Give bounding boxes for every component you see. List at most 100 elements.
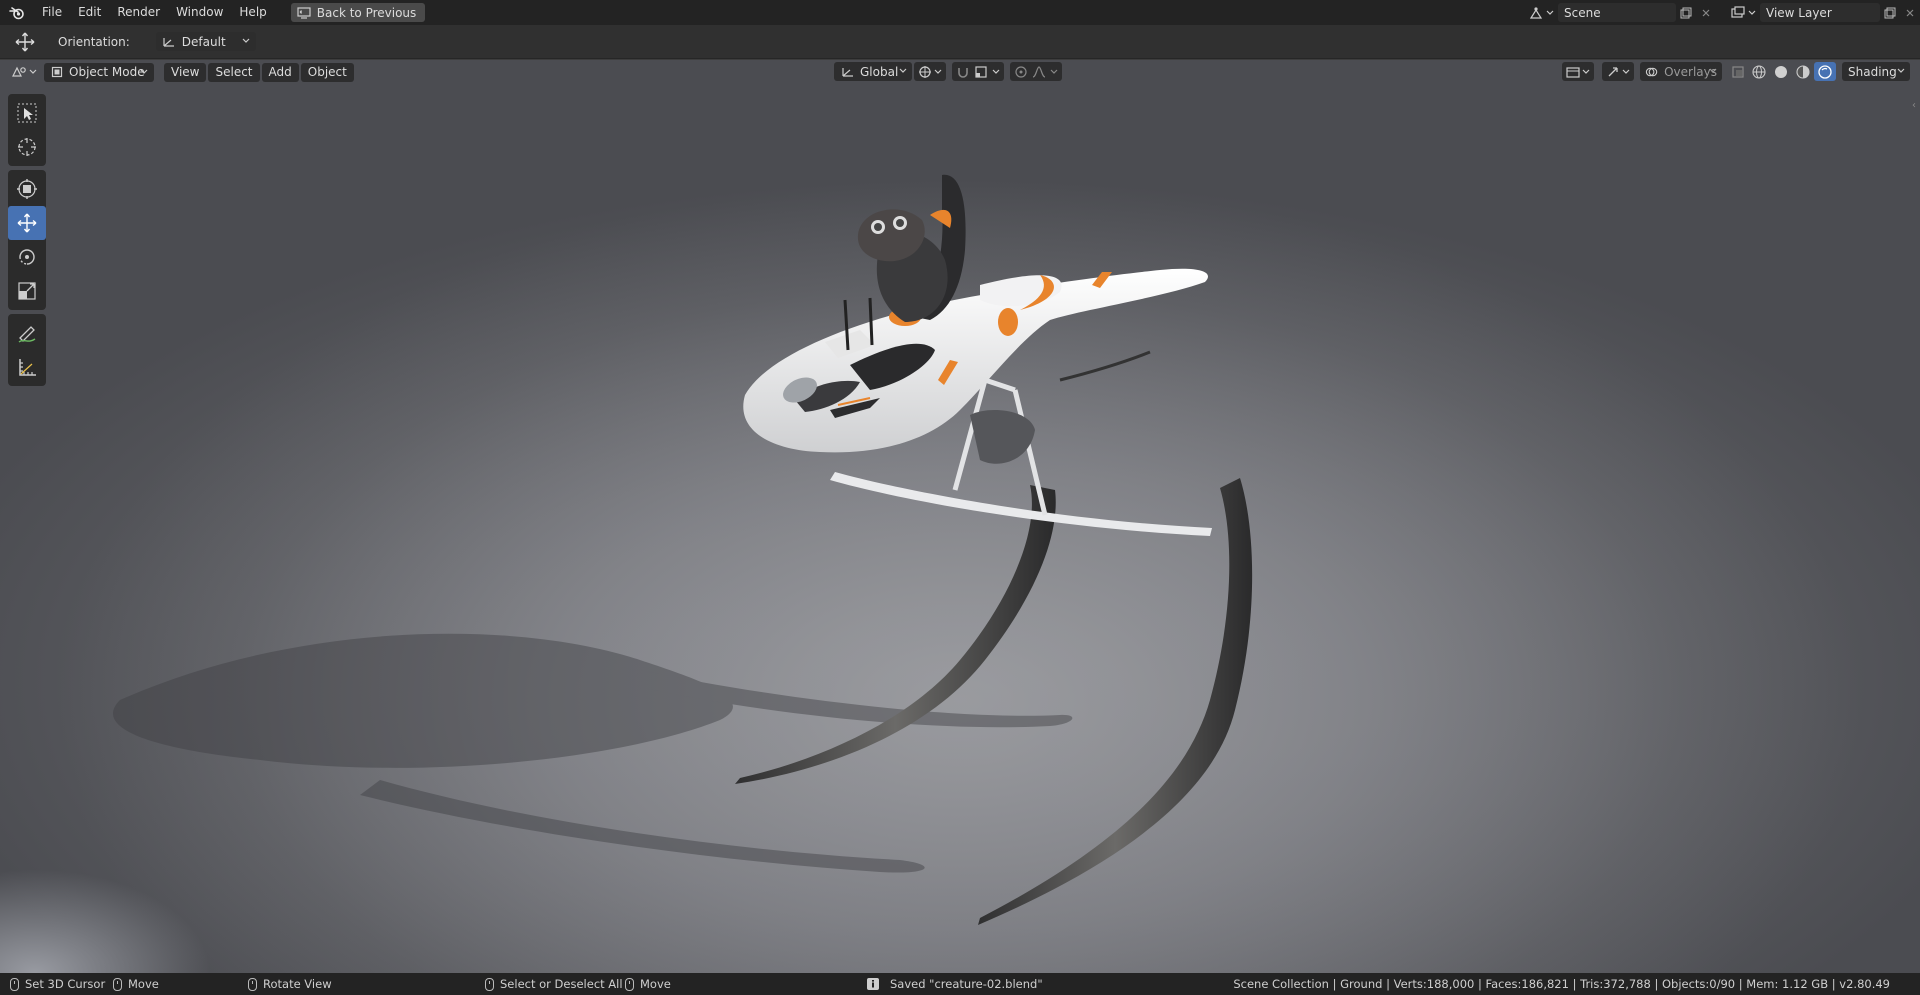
delete-view-layer-button[interactable]: [1900, 3, 1920, 22]
measure-tool[interactable]: [8, 350, 46, 384]
annotate-tool[interactable]: [8, 316, 46, 350]
transform-controls: Global: [834, 62, 1064, 81]
rotate-tool[interactable]: [8, 240, 46, 274]
scene-browse-dropdown[interactable]: [1524, 3, 1558, 22]
select-box-icon: [17, 103, 37, 123]
editor-type-dropdown[interactable]: [8, 63, 40, 82]
status-hint-set-cursor: Set 3D Cursor: [10, 977, 105, 991]
rotate-icon: [19, 249, 35, 265]
shading-lookdev-button[interactable]: [1792, 62, 1814, 81]
select-box-tool[interactable]: [8, 96, 46, 130]
gizmo-dropdown[interactable]: [1602, 62, 1634, 81]
scene-name-text: Scene: [1564, 5, 1601, 20]
menu-window[interactable]: Window: [168, 0, 231, 25]
move-tool[interactable]: [8, 206, 46, 240]
viewport-display-controls: Overlays Shading: [1562, 62, 1912, 81]
menu-edit[interactable]: Edit: [70, 0, 109, 25]
material-preview-icon: [1796, 64, 1810, 79]
delete-scene-button[interactable]: [1696, 3, 1716, 22]
status-hint-select-all: Select or Deselect All: [485, 977, 623, 991]
transform-tool[interactable]: [8, 172, 46, 206]
view-layer-name-text: View Layer: [1766, 5, 1832, 20]
duplicate-icon: [1680, 7, 1692, 18]
shading-solid-button[interactable]: [1770, 62, 1792, 81]
status-hint-label: Select or Deselect All: [500, 977, 623, 991]
menu-file[interactable]: File: [34, 0, 70, 25]
status-hint-move-2: Move: [625, 977, 671, 991]
move-icon: [17, 213, 37, 233]
info-icon: [867, 978, 879, 990]
back-to-previous-button[interactable]: Back to Previous: [290, 3, 426, 22]
status-report: Saved "creature-02.blend": [866, 977, 1043, 991]
snap-target-icon: [975, 65, 987, 78]
toolshelf-group-transform: [8, 170, 46, 310]
chevron-down-icon: [1709, 68, 1717, 73]
chevron-down-icon: [934, 69, 942, 74]
menu-select[interactable]: Select: [208, 62, 260, 82]
scale-tool[interactable]: [8, 274, 46, 308]
chevron-down-icon: [29, 69, 37, 74]
3d-view-icon: [12, 66, 26, 77]
menu-object[interactable]: Object: [300, 62, 354, 82]
status-bar: Set 3D Cursor Move Rotate View Select or…: [0, 973, 1920, 995]
move-tool-icon[interactable]: [0, 25, 50, 59]
orientation-icon: [842, 67, 853, 77]
status-hint-move: Move: [113, 977, 159, 991]
cursor-tool[interactable]: [8, 130, 46, 164]
proportional-edit-dropdown[interactable]: [1010, 62, 1062, 81]
rendered-shading-icon: [1818, 64, 1832, 79]
screen-icon: [297, 6, 311, 19]
chevron-down-icon: [1582, 69, 1590, 74]
menu-view[interactable]: View: [164, 62, 207, 82]
scene-name-field[interactable]: Scene: [1558, 3, 1676, 22]
tool-settings-bar: Orientation: Default: [0, 25, 1920, 59]
back-to-previous-label: Back to Previous: [316, 5, 417, 20]
chevron-down-icon: [1622, 69, 1630, 74]
status-hint-label: Rotate View: [263, 977, 332, 991]
pivot-point-dropdown[interactable]: [914, 62, 946, 81]
xray-toggle[interactable]: [1728, 62, 1748, 81]
proportional-edit-icon: [1015, 65, 1027, 78]
wireframe-icon: [1752, 64, 1766, 79]
saved-message: Saved "creature-02.blend": [890, 977, 1043, 991]
mouse-right-icon: [485, 977, 494, 991]
viewport-header: Object Mode View Select Add Object Globa…: [0, 60, 1920, 84]
chevron-down-icon: [242, 38, 250, 43]
viewport-render[interactable]: [0, 60, 1920, 973]
menu-add[interactable]: Add: [261, 62, 299, 82]
mouse-left-icon: [10, 977, 19, 991]
close-icon: [1702, 9, 1710, 16]
menu-help[interactable]: Help: [231, 0, 274, 25]
mouse-drag-icon: [625, 977, 634, 991]
menu-render[interactable]: Render: [109, 0, 168, 25]
view-object-types-dropdown[interactable]: [1562, 62, 1594, 81]
view-layer-browse-dropdown[interactable]: [1726, 3, 1760, 22]
magnet-icon: [958, 67, 968, 78]
new-view-layer-button[interactable]: [1880, 3, 1900, 22]
transform-orientation-dropdown[interactable]: Global: [834, 62, 912, 81]
shading-dropdown[interactable]: Shading: [1842, 62, 1910, 81]
3d-viewport[interactable]: Object Mode View Select Add Object Globa…: [0, 60, 1920, 973]
mouse-drag-icon: [113, 977, 122, 991]
status-hint-label: Set 3D Cursor: [25, 977, 106, 991]
object-types-icon: [1566, 66, 1580, 78]
snap-dropdown[interactable]: [952, 62, 1004, 81]
new-scene-button[interactable]: [1676, 3, 1696, 22]
orientation-value: Default: [181, 34, 226, 49]
transform-icon: [17, 179, 37, 199]
overlays-icon: [1645, 67, 1658, 76]
blender-logo-icon[interactable]: [0, 0, 34, 25]
shading-rendered-button[interactable]: [1814, 62, 1836, 81]
sidebar-expand-arrow-icon[interactable]: ‹: [1912, 100, 1920, 114]
object-mode-dropdown[interactable]: Object Mode: [44, 62, 154, 82]
measure-ruler-icon: [19, 359, 36, 376]
orientation-dropdown[interactable]: Default: [155, 32, 256, 51]
xray-icon: [1732, 65, 1744, 78]
top-right-selectors: Scene View Layer: [1524, 0, 1920, 25]
toolshelf: [8, 94, 46, 390]
shading-wireframe-button[interactable]: [1748, 62, 1770, 81]
overlays-dropdown[interactable]: Overlays: [1640, 62, 1722, 81]
view-layer-name-field[interactable]: View Layer: [1760, 3, 1880, 22]
status-hint-rotate-view: Rotate View: [248, 977, 332, 991]
gizmo-icon: [1608, 66, 1618, 76]
